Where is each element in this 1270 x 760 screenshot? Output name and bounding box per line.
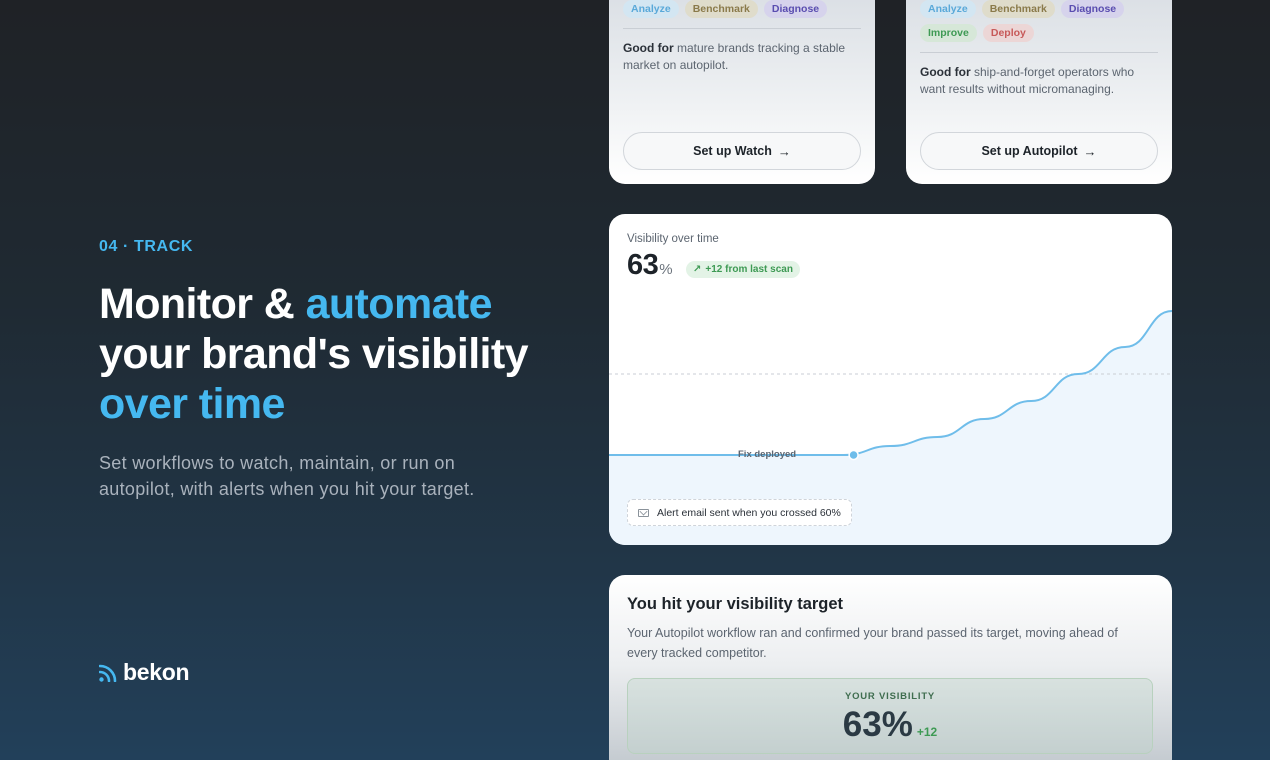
visibility-summary-box: YOUR VISIBILITY 63% +12 [627,678,1153,754]
delta-badge: ↗ +12 from last scan [686,261,800,278]
target-hit-card: You hit your visibility target Your Auto… [609,575,1172,760]
chart-current-value: 63% [627,249,673,282]
chart-title: Visibility over time [627,233,719,245]
signal-waves-icon [99,664,117,682]
setup-autopilot-label: Set up Autopilot [981,144,1078,158]
arrow-right-icon: → [1083,143,1097,159]
watch-chip-row: Analyze Benchmark Diagnose [623,0,828,18]
summary-value: 63% +12 [628,705,1152,745]
chip-improve: Improve [920,24,977,42]
delta-text: +12 from last scan [705,264,793,275]
summary-value-number: 63% [842,705,913,744]
headline-part-1: Monitor & [99,280,306,328]
card-divider [920,52,1158,53]
trend-up-icon: ↗ [693,264,702,275]
chip-analyze: Analyze [920,0,976,18]
setup-watch-label: Set up Watch [693,144,772,158]
headline-accent-2: over time [99,380,285,428]
headline-accent-1: automate [305,280,493,328]
section-eyebrow: 04 · TRACK [99,238,194,255]
section-subtext: Set workflows to watch, maintain, or run… [99,453,475,499]
value-unit: % [659,261,673,278]
good-for-label: Good for [623,41,674,55]
arrow-right-icon: → [777,143,791,159]
fix-deployed-marker [848,449,859,461]
headline-part-2: your brand's visibility [99,330,529,378]
target-title: You hit your visibility target [627,595,844,613]
card-divider [623,28,861,29]
hero-section: 04 · TRACK Monitor & automate your brand… [99,0,569,760]
chip-diagnose: Diagnose [1060,0,1125,18]
target-description: Your Autopilot workflow ran and confirme… [627,626,1118,660]
autopilot-chip-row-1: Analyze Benchmark Diagnose [920,0,1125,18]
autopilot-chip-row-2: Improve Deploy [920,24,1034,42]
chip-diagnose: Diagnose [763,0,828,18]
chip-analyze: Analyze [623,0,679,18]
watch-workflow-card: Analyze Benchmark Diagnose Good for matu… [609,0,875,184]
summary-label: YOUR VISIBILITY [844,691,936,702]
alert-text: Alert email sent when you crossed 60% [657,506,841,519]
summary-delta: +12 [916,725,938,739]
brand-logo[interactable]: bekon [99,659,190,686]
watch-good-for: Good for mature brands tracking a stable… [623,40,863,74]
chip-deploy: Deploy [982,24,1034,42]
visibility-chart-card: Visibility over time 63% ↗ +12 from last… [609,214,1172,545]
mail-icon [638,508,649,517]
marker-label: Fix deployed [738,449,797,460]
good-for-label: Good for [920,65,971,79]
section-headline: Monitor & automate your brand's visibili… [99,279,569,429]
autopilot-workflow-card: Analyze Benchmark Diagnose Improve Deplo… [906,0,1172,184]
setup-autopilot-button[interactable]: Set up Autopilot → [920,132,1158,170]
alert-notice: Alert email sent when you crossed 60% [627,499,852,526]
setup-watch-button[interactable]: Set up Watch → [623,132,861,170]
autopilot-good-for: Good for ship-and-forget operators who w… [920,64,1160,98]
value-number: 63 [627,249,659,281]
chip-benchmark: Benchmark [981,0,1055,18]
chip-benchmark: Benchmark [684,0,758,18]
logo-text: bekon [123,659,190,685]
